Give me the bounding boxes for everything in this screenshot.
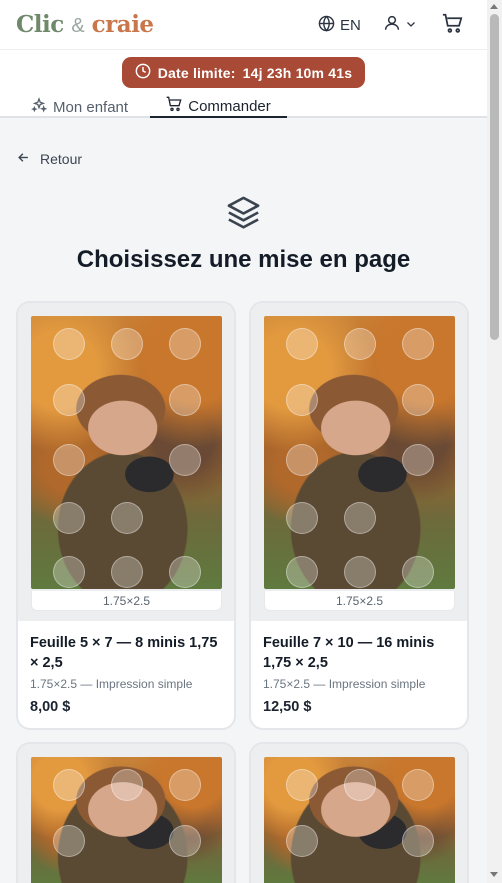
watermark-icon bbox=[402, 328, 434, 360]
clock-icon bbox=[135, 63, 151, 82]
card-preview bbox=[18, 744, 234, 883]
watermark-icon bbox=[344, 328, 376, 360]
user-icon bbox=[383, 13, 401, 38]
watermark-icon bbox=[344, 502, 376, 534]
card-preview bbox=[251, 744, 467, 883]
watermark-icon bbox=[286, 444, 318, 476]
vertical-scrollbar[interactable] bbox=[487, 0, 502, 883]
layout-card[interactable] bbox=[16, 742, 236, 883]
card-title: Feuille 5 × 7 — 8 minis 1,75 × 2,5 bbox=[30, 635, 218, 671]
tab-bar: Mon enfant Commander bbox=[0, 96, 487, 118]
watermark-icon bbox=[53, 384, 85, 416]
back-label: Retour bbox=[40, 151, 83, 167]
preview-photo bbox=[31, 316, 222, 589]
watermark-icon bbox=[53, 556, 85, 588]
tab-label: Mon enfant bbox=[53, 98, 129, 116]
watermark-icon bbox=[344, 769, 376, 801]
watermark-icon bbox=[53, 825, 85, 857]
page-title: Choisissez une mise en page bbox=[76, 246, 411, 273]
brand-logo[interactable]: Clic & craie bbox=[16, 11, 154, 38]
watermark-icon bbox=[402, 444, 434, 476]
watermark-icon bbox=[111, 328, 143, 360]
deadline-countdown: 14j 23h 10m 41s bbox=[242, 64, 353, 81]
language-switcher[interactable]: EN bbox=[318, 14, 361, 36]
deadline-badge: Date limite: 14j 23h 10m 41s bbox=[122, 57, 365, 88]
watermark-icon bbox=[402, 825, 434, 857]
cart-icon bbox=[166, 96, 182, 116]
card-body: Feuille 5 × 7 — 8 minis 1,75 × 2,5 1.75×… bbox=[18, 621, 234, 715]
watermark-icon bbox=[169, 328, 201, 360]
card-preview: 1.75×2.5 bbox=[18, 303, 234, 621]
watermark-icon bbox=[286, 328, 318, 360]
watermark-icon bbox=[53, 328, 85, 360]
chevron-down-icon bbox=[405, 17, 417, 35]
layout-card[interactable]: 1.75×2.5 Feuille 5 × 7 — 8 minis 1,75 × … bbox=[16, 301, 236, 730]
preview-photo bbox=[31, 757, 222, 883]
watermark-icon bbox=[402, 384, 434, 416]
watermark-icon bbox=[286, 825, 318, 857]
card-title: Feuille 7 × 10 — 16 minis 1,75 × 2,5 bbox=[263, 635, 435, 671]
tab-label: Commander bbox=[188, 97, 271, 115]
watermark-icon bbox=[111, 556, 143, 588]
scroll-up-arrow-icon[interactable] bbox=[490, 4, 498, 9]
size-tag: 1.75×2.5 bbox=[31, 591, 222, 611]
watermark-icon bbox=[169, 384, 201, 416]
layers-icon bbox=[224, 193, 263, 237]
arrow-left-icon bbox=[16, 150, 31, 168]
logo-text-craie: craie bbox=[91, 11, 154, 38]
card-preview: 1.75×2.5 bbox=[251, 303, 467, 621]
watermark-icon bbox=[286, 502, 318, 534]
scroll-down-arrow-icon[interactable] bbox=[490, 872, 498, 877]
preview-photo bbox=[264, 757, 455, 883]
watermark-icon bbox=[111, 769, 143, 801]
top-header: Clic & craie EN bbox=[0, 0, 487, 50]
watermark-icon bbox=[53, 769, 85, 801]
watermark-icon bbox=[169, 444, 201, 476]
account-menu-button[interactable] bbox=[383, 13, 417, 38]
card-price: 8,00 $ bbox=[30, 699, 71, 715]
watermark-icon bbox=[111, 502, 143, 534]
watermark-icon bbox=[169, 556, 201, 588]
watermark-icon bbox=[402, 556, 434, 588]
watermark-icon bbox=[286, 384, 318, 416]
logo-text-clic: Clic bbox=[16, 11, 64, 38]
preview-photo bbox=[264, 316, 455, 589]
scrollbar-thumb[interactable] bbox=[490, 14, 499, 340]
watermark-icon bbox=[286, 556, 318, 588]
cart-button[interactable] bbox=[442, 13, 463, 39]
card-subtitle: 1.75×2.5 — Impression simple bbox=[263, 677, 426, 691]
back-link[interactable]: Retour bbox=[16, 150, 82, 168]
watermark-icon bbox=[286, 769, 318, 801]
watermark-icon bbox=[53, 502, 85, 534]
deadline-label: Date limite: bbox=[157, 64, 236, 81]
card-price: 12,50 $ bbox=[263, 699, 312, 715]
language-label: EN bbox=[340, 16, 361, 34]
card-subtitle: 1.75×2.5 — Impression simple bbox=[30, 677, 193, 691]
watermark-icon bbox=[169, 825, 201, 857]
tab-commander[interactable]: Commander bbox=[150, 96, 287, 118]
card-body: Feuille 7 × 10 — 16 minis 1,75 × 2,5 1.7… bbox=[251, 621, 467, 715]
watermark-icon bbox=[344, 556, 376, 588]
size-tag: 1.75×2.5 bbox=[264, 591, 455, 611]
cart-icon bbox=[442, 13, 463, 38]
tab-mon-enfant[interactable]: Mon enfant bbox=[31, 96, 128, 118]
watermark-icon bbox=[169, 769, 201, 801]
layout-card[interactable] bbox=[249, 742, 469, 883]
globe-icon bbox=[318, 15, 335, 36]
sparkles-icon bbox=[31, 97, 48, 117]
logo-ampersand: & bbox=[71, 15, 85, 37]
watermark-icon bbox=[402, 769, 434, 801]
watermark-icon bbox=[53, 444, 85, 476]
layout-card[interactable]: 1.75×2.5 Feuille 7 × 10 — 16 minis 1,75 … bbox=[249, 301, 469, 730]
